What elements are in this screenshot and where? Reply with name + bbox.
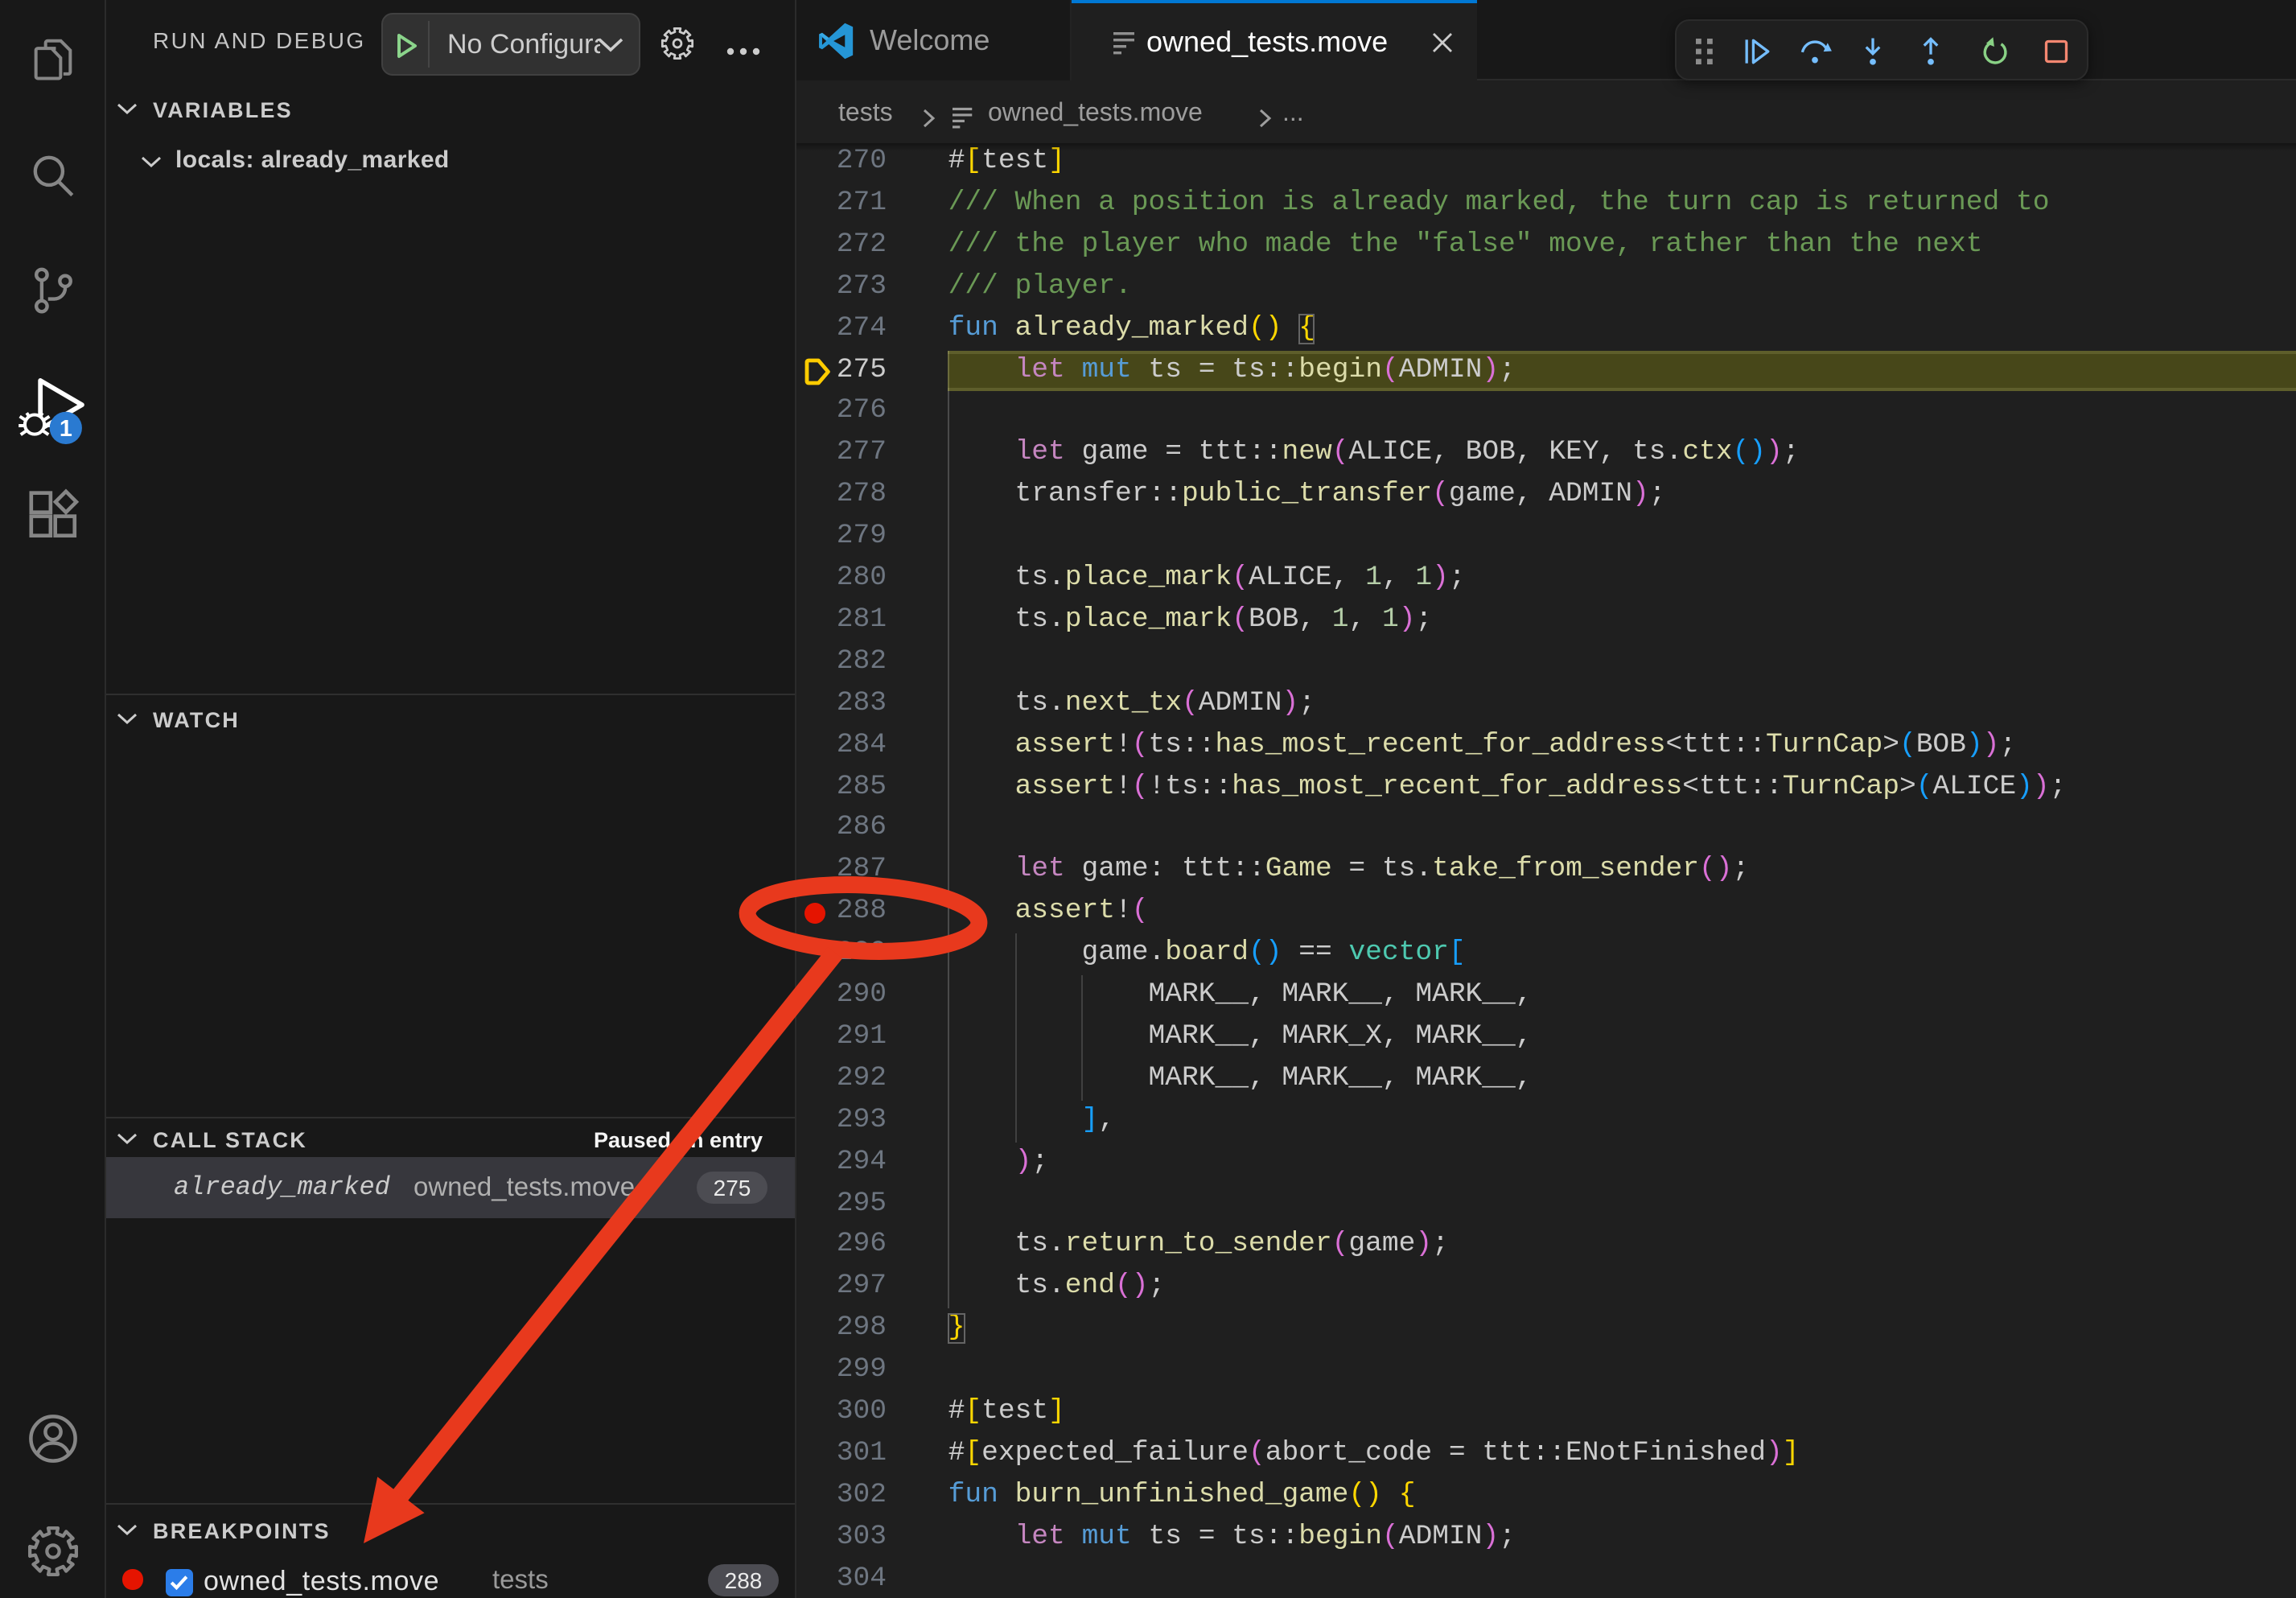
svg-text:1: 1 bbox=[59, 416, 72, 442]
